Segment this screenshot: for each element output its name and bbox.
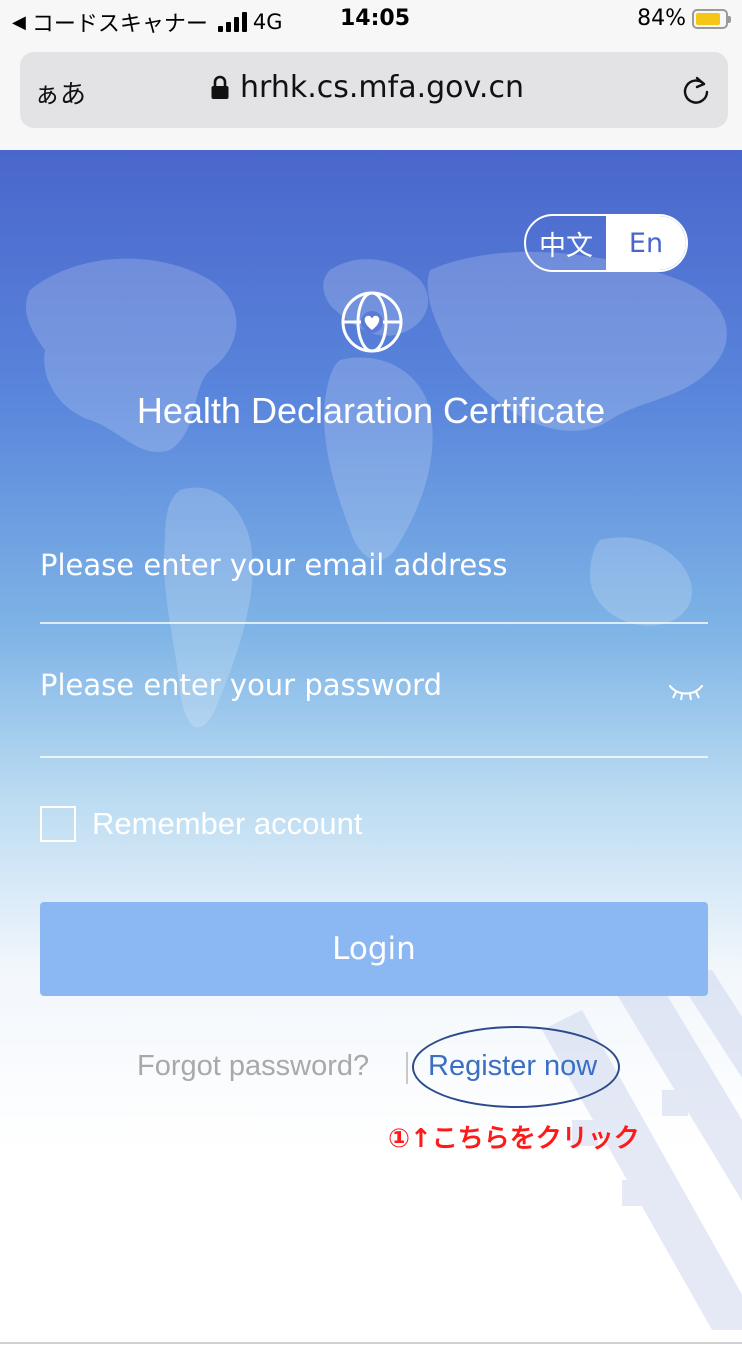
network-type: 4G — [252, 10, 283, 34]
login-page: 中文 En Health Declaration Certificate Ple… — [0, 150, 742, 1350]
text-size-button[interactable]: ぁあ — [34, 74, 86, 111]
account-links: Forgot password? Register now — [0, 1026, 742, 1108]
signal-icon — [217, 12, 247, 32]
remember-label[interactable]: Remember account — [92, 806, 363, 842]
link-divider — [406, 1052, 408, 1084]
lock-icon — [211, 75, 229, 99]
reload-icon[interactable] — [678, 72, 714, 108]
status-bar: ◀ コードスキャナー 4G 14:05 84% — [0, 0, 742, 44]
eye-closed-icon[interactable] — [668, 682, 704, 702]
status-left: ◀ コードスキャナー 4G — [12, 6, 283, 38]
remember-checkbox[interactable] — [40, 806, 76, 842]
url-text: hrhk.cs.mfa.gov.cn — [240, 70, 524, 105]
password-field-wrap — [40, 668, 708, 758]
status-right: 84% — [637, 6, 731, 31]
register-now-link[interactable]: Register now — [428, 1050, 597, 1083]
url-display[interactable]: hrhk.cs.mfa.gov.cn — [210, 70, 524, 105]
status-time: 14:05 — [340, 6, 411, 31]
globe-heart-icon — [341, 291, 403, 353]
language-option-zh[interactable]: 中文 — [526, 216, 606, 270]
email-field-wrap — [40, 548, 708, 624]
remember-account[interactable]: Remember account — [40, 806, 363, 842]
click-here-annotation: ①↑こちらをクリック — [388, 1124, 640, 1154]
page-title: Health Declaration Certificate — [136, 390, 606, 431]
battery-fill — [696, 12, 720, 25]
language-option-en[interactable]: En — [606, 216, 686, 270]
back-app-label[interactable]: コードスキャナー — [32, 6, 208, 38]
url-bar[interactable]: ぁあ hrhk.cs.mfa.gov.cn — [20, 52, 728, 128]
back-arrow-icon[interactable]: ◀ — [12, 12, 26, 33]
bottom-divider — [0, 1342, 742, 1344]
forgot-password-link[interactable]: Forgot password? — [137, 1050, 369, 1083]
battery-percent: 84% — [637, 6, 686, 31]
login-button[interactable]: Login — [40, 902, 708, 996]
phone-screen: ◀ コードスキャナー 4G 14:05 84% ぁあ hrhk.cs.mfa.g… — [0, 0, 742, 1350]
email-input[interactable] — [40, 548, 640, 582]
battery-icon — [692, 8, 731, 29]
language-toggle[interactable]: 中文 En — [524, 214, 688, 272]
password-input[interactable] — [40, 668, 640, 702]
